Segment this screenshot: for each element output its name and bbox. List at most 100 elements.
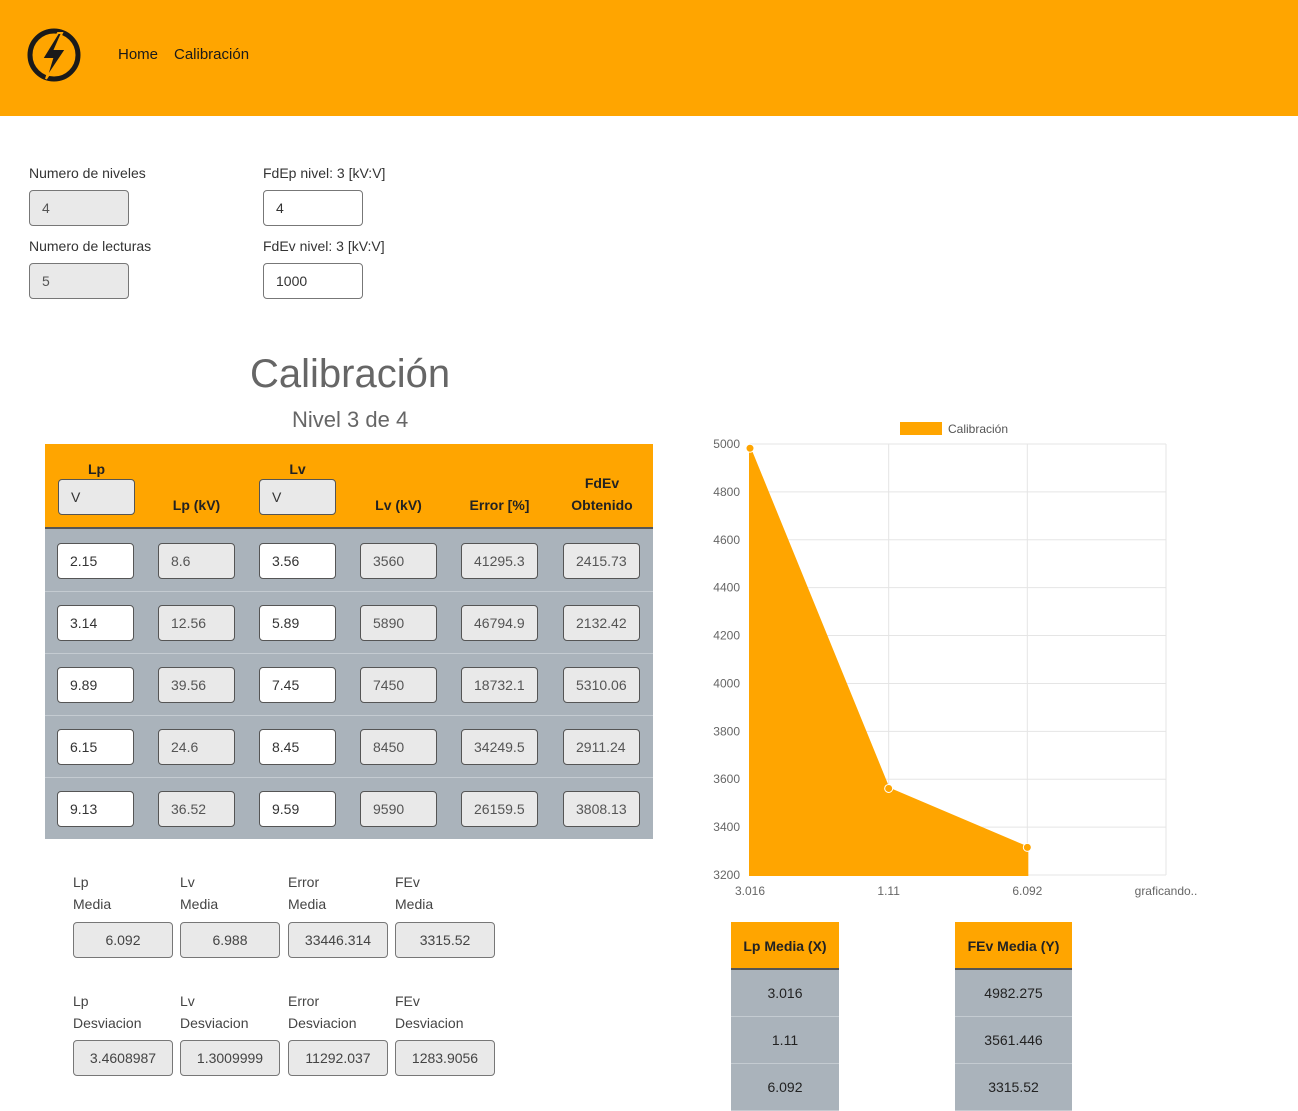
calibration-table-body: 2.15 8.6 3.56 3560 41295.3 2415.73 3.14 … — [45, 529, 653, 839]
lp-kv-field[interactable]: 36.52 — [158, 791, 235, 827]
row-divider — [45, 591, 653, 592]
chart-y-tick-label: 3200 — [713, 868, 740, 882]
error-media-label-2: Media — [288, 896, 327, 912]
lp-kv-field[interactable]: 8.6 — [158, 543, 235, 579]
lv-media-field[interactable]: 6.988 — [180, 922, 280, 958]
header-lv: Lv — [289, 461, 306, 477]
chart-data-point — [884, 783, 894, 793]
fev-media-field[interactable]: 3315.52 — [395, 922, 495, 958]
lp-kv-field[interactable]: 12.56 — [158, 605, 235, 641]
lp-kv-field[interactable]: 39.56 — [158, 667, 235, 703]
chart-y-tick-label: 4400 — [713, 581, 740, 595]
lecturas-field[interactable]: 5 — [29, 263, 129, 299]
lecturas-label: Numero de lecturas — [29, 238, 152, 254]
nav-home-link[interactable]: Home — [118, 46, 158, 63]
lp-media-x-cell: 6.092 — [731, 1064, 839, 1111]
fev-desviacion-field[interactable]: 1283.9056 — [395, 1040, 495, 1076]
row-divider — [45, 777, 653, 778]
chart-x-tick-label: 1.11 — [877, 884, 900, 898]
error-field[interactable]: 26159.5 — [461, 791, 538, 827]
lp-input[interactable]: 6.15 — [57, 729, 134, 765]
lp-desviacion-label-1: Lp — [73, 993, 89, 1009]
lp-desviacion-field[interactable]: 3.4608987 — [73, 1040, 173, 1076]
chart-legend-label: Calibración — [948, 422, 1008, 436]
lp-media-x-header: Lp Media (X) — [731, 922, 839, 970]
fev-media-y-table: FEv Media (Y) 4982.275 3561.446 3315.52 — [955, 922, 1072, 1111]
fdev-field[interactable]: 2911.24 — [563, 729, 640, 765]
niveles-label: Numero de niveles — [29, 165, 146, 181]
fev-media-label-2: Media — [395, 896, 434, 912]
fev-media-label-1: FEv — [395, 874, 420, 890]
lp-input[interactable]: 9.89 — [57, 667, 134, 703]
lp-media-label-2: Media — [73, 896, 112, 912]
lp-media-field[interactable]: 6.092 — [73, 922, 173, 958]
lp-input[interactable]: 9.13 — [57, 791, 134, 827]
lp-kv-field[interactable]: 24.6 — [158, 729, 235, 765]
chart-y-tick-label: 4600 — [713, 533, 740, 547]
row-divider — [45, 653, 653, 654]
fdev-field[interactable]: 1000 — [263, 263, 363, 299]
lv-media-label-1: Lv — [180, 874, 195, 890]
lp-input[interactable]: 2.15 — [57, 543, 134, 579]
error-field[interactable]: 41295.3 — [461, 543, 538, 579]
fdev-field[interactable]: 3808.13 — [563, 791, 640, 827]
chart-x-tick-label: 3.016 — [735, 884, 765, 898]
lv-unit-input[interactable]: V — [259, 479, 336, 515]
lv-input[interactable]: 7.45 — [259, 667, 336, 703]
error-media-field[interactable]: 33446.314 — [288, 922, 388, 958]
fdev-label: FdEv nivel: 3 [kV:V] — [263, 238, 385, 254]
lv-desviacion-label-1: Lv — [180, 993, 195, 1009]
lv-media-label-2: Media — [180, 896, 219, 912]
lv-kv-field[interactable]: 3560 — [360, 543, 437, 579]
fev-media-y-header: FEv Media (Y) — [955, 922, 1072, 970]
error-desviacion-field[interactable]: 11292.037 — [288, 1040, 388, 1076]
lp-media-x-cell: 1.11 — [731, 1017, 839, 1064]
calibration-table-header: Lp V Lp (kV) Lv V Lv (kV) Error [%] FdEv… — [45, 444, 653, 529]
chart-y-tick-label: 4200 — [713, 629, 740, 643]
fdev-field[interactable]: 5310.06 — [563, 667, 640, 703]
chart-y-tick-label: 3600 — [713, 772, 740, 786]
lv-kv-field[interactable]: 5890 — [360, 605, 437, 641]
fdep-field[interactable]: 4 — [263, 190, 363, 226]
lp-media-label-1: Lp — [73, 874, 89, 890]
chart-data-point — [745, 443, 755, 453]
chart-y-tick-label: 5000 — [713, 437, 740, 451]
fev-desviacion-label-1: FEv — [395, 993, 420, 1009]
chart-legend-swatch — [900, 422, 942, 435]
error-desviacion-label-1: Error — [288, 993, 320, 1009]
lv-desviacion-field[interactable]: 1.3009999 — [180, 1040, 280, 1076]
lv-kv-field[interactable]: 8450 — [360, 729, 437, 765]
error-desviacion-label-2: Desviacion — [288, 1015, 357, 1031]
lightning-bolt-icon[interactable] — [26, 27, 82, 83]
lp-desviacion-label-2: Desviacion — [73, 1015, 142, 1031]
lv-kv-field[interactable]: 9590 — [360, 791, 437, 827]
error-media-label-1: Error — [288, 874, 320, 890]
lv-input[interactable]: 5.89 — [259, 605, 336, 641]
error-field[interactable]: 18732.1 — [461, 667, 538, 703]
header-error: Error [%] — [469, 497, 530, 513]
page-title: Calibración — [250, 352, 451, 396]
lp-input[interactable]: 3.14 — [57, 605, 134, 641]
level-subtitle: Nivel 3 de 4 — [292, 407, 409, 432]
nav-calibracion-link[interactable]: Calibración — [174, 46, 249, 63]
fdev-field[interactable]: 2415.73 — [563, 543, 640, 579]
lv-kv-field[interactable]: 7450 — [360, 667, 437, 703]
error-field[interactable]: 46794.9 — [461, 605, 538, 641]
lv-desviacion-label-2: Desviacion — [180, 1015, 249, 1031]
chart-x-tick-label: 6.092 — [1012, 884, 1042, 898]
error-field[interactable]: 34249.5 — [461, 729, 538, 765]
chart-y-tick-label: 4800 — [713, 485, 740, 499]
fev-desviacion-label-2: Desviacion — [395, 1015, 464, 1031]
niveles-field[interactable]: 4 — [29, 190, 129, 226]
lv-input[interactable]: 8.45 — [259, 729, 336, 765]
fev-media-y-cell: 3315.52 — [955, 1064, 1072, 1111]
fdev-field[interactable]: 2132.42 — [563, 605, 640, 641]
chart-y-tick-label: 3800 — [713, 724, 740, 738]
calibration-chart: 5000 4800 4600 4400 4200 4000 3800 3600 3400 3200… — [713, 422, 1197, 898]
lv-input[interactable]: 3.56 — [259, 543, 336, 579]
header-lp: Lp — [87, 461, 106, 477]
lp-media-x-table: Lp Media (X) 3.016 1.11 6.092 — [731, 922, 839, 1111]
lv-input[interactable]: 9.59 — [259, 791, 336, 827]
header-lv-kv: Lv (kV) — [375, 497, 422, 513]
lp-unit-input[interactable]: V — [58, 479, 135, 515]
